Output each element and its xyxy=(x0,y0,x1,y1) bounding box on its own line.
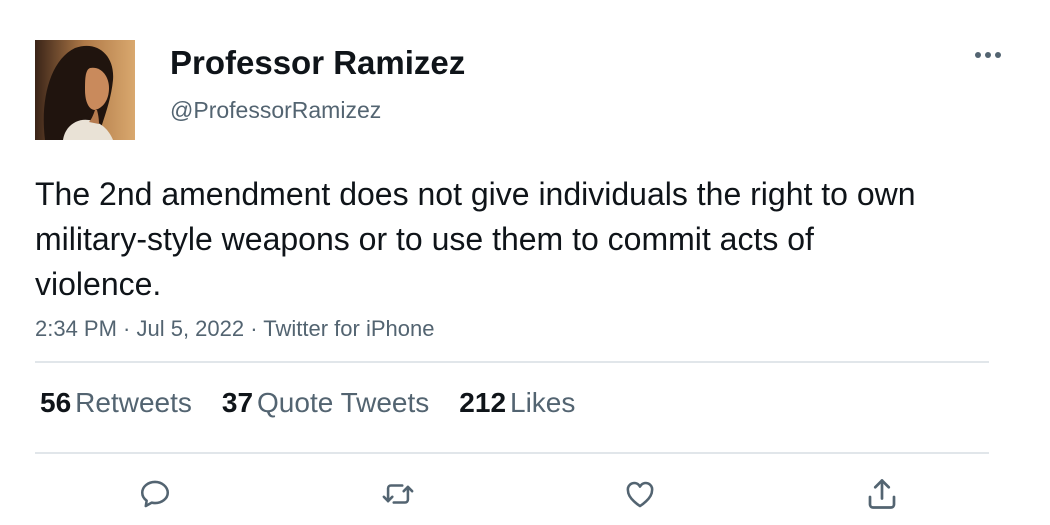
share-icon[interactable] xyxy=(862,474,902,514)
divider xyxy=(35,361,989,363)
divider xyxy=(35,452,989,454)
tweet-meta[interactable]: 2:34 PM · Jul 5, 2022 · Twitter for iPho… xyxy=(35,316,434,342)
tweet-text: The 2nd amendment does not give individu… xyxy=(35,176,916,302)
likes-label: Likes xyxy=(510,387,576,418)
likes-count: 212 xyxy=(459,387,507,418)
quote-tweets-label: Quote Tweets xyxy=(257,387,430,418)
more-icon[interactable] xyxy=(968,40,1008,70)
retweets-stat[interactable]: 56 Retweets xyxy=(40,387,192,419)
display-name[interactable]: Professor Ramizez xyxy=(170,44,465,82)
tweet-card: Professor Ramizez @ProfessorRamizez The … xyxy=(0,0,1050,525)
avatar[interactable] xyxy=(35,40,135,140)
stats-bar: 56 Retweets 37 Quote Tweets 212 Likes xyxy=(40,387,605,419)
user-handle[interactable]: @ProfessorRamizez xyxy=(170,97,381,124)
reply-icon[interactable] xyxy=(135,474,175,514)
heart-icon[interactable] xyxy=(620,474,660,514)
quote-tweets-stat[interactable]: 37 Quote Tweets xyxy=(222,387,429,419)
quote-tweets-count: 37 xyxy=(221,387,254,418)
likes-stat[interactable]: 212 Likes xyxy=(459,387,575,419)
retweet-icon[interactable] xyxy=(378,474,418,514)
retweets-label: Retweets xyxy=(75,387,192,418)
avatar-image xyxy=(35,40,135,140)
retweets-count: 56 xyxy=(40,387,72,418)
